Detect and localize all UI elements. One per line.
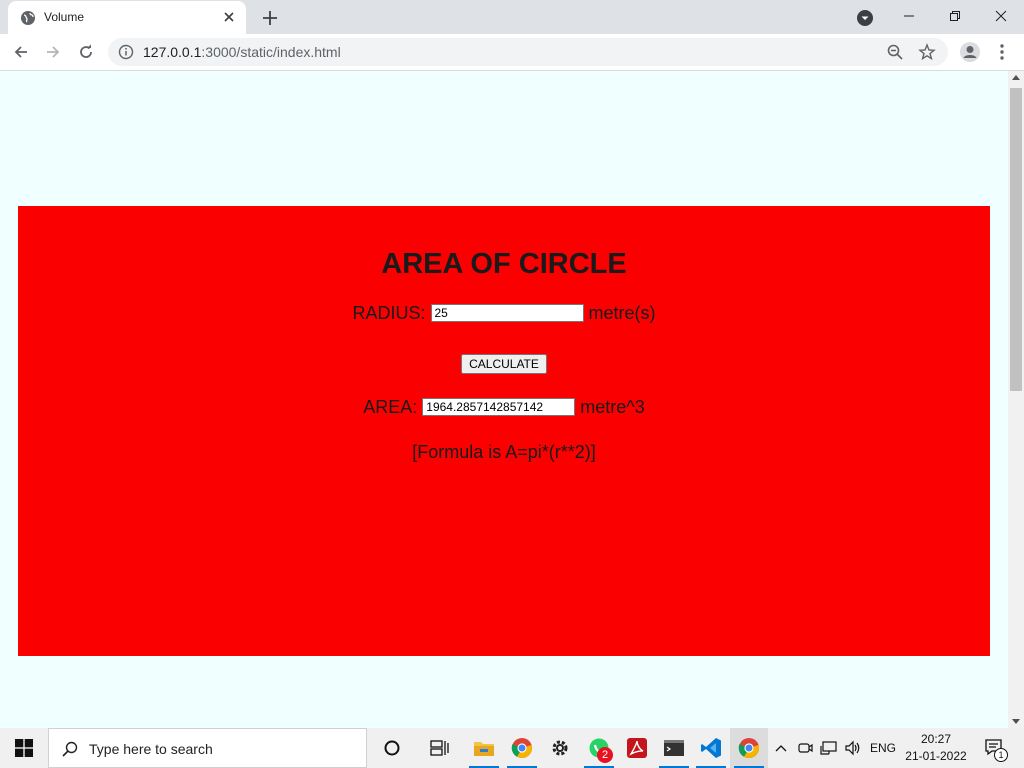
volume-button[interactable] [842, 728, 864, 768]
search-icon [62, 741, 78, 757]
radius-input[interactable] [430, 304, 584, 323]
info-icon[interactable] [118, 44, 134, 60]
avatar-icon [960, 42, 980, 62]
menu-button[interactable] [988, 38, 1016, 66]
taskbar-search[interactable]: Type here to search [48, 728, 367, 768]
vscode-button[interactable] [692, 728, 730, 768]
globe-icon [21, 11, 35, 25]
gear-icon [552, 740, 568, 756]
arrow-left-icon [14, 46, 27, 58]
restore-button[interactable] [932, 0, 978, 32]
chrome-icon [738, 738, 759, 759]
language-indicator[interactable]: ENG [870, 741, 896, 755]
file-explorer-button[interactable] [465, 728, 503, 768]
radius-row: RADIUS: metre(s) [18, 302, 990, 324]
arrow-right-icon [47, 46, 60, 58]
pdf-icon [627, 738, 647, 758]
page-title: AREA OF CIRCLE [381, 248, 627, 280]
close-tab-icon[interactable] [220, 8, 238, 26]
radius-unit: metre(s) [588, 302, 656, 323]
clock-time: 20:27 [920, 732, 952, 746]
profile-button[interactable] [956, 38, 984, 66]
star-icon[interactable] [918, 43, 936, 61]
vertical-scrollbar[interactable] [1008, 71, 1024, 728]
notifications-button[interactable]: 1 [980, 728, 1008, 768]
tab-strip: Volume [0, 0, 1024, 34]
start-button[interactable] [0, 728, 48, 768]
close-icon [995, 10, 1007, 22]
clock[interactable]: 20:27 21-01-2022 [900, 731, 972, 765]
show-hidden-icons-button[interactable] [770, 728, 792, 768]
chrome-app-button[interactable] [503, 728, 541, 768]
network-icon [820, 741, 837, 755]
minimize-button[interactable] [886, 0, 932, 32]
terminal-button[interactable] [655, 728, 693, 768]
close-window-button[interactable] [978, 0, 1024, 32]
zoom-out-icon[interactable] [886, 43, 904, 61]
browser-toolbar: 127.0.0.1:3000/static/index.html [0, 34, 1024, 71]
calculate-row: CALCULATE [18, 352, 990, 374]
calculator-panel: AREA OF CIRCLE RADIUS: metre(s) CALCULAT… [18, 206, 990, 656]
notification-count: 1 [994, 748, 1008, 762]
page-viewport: AREA OF CIRCLE RADIUS: metre(s) CALCULAT… [0, 71, 1008, 728]
folder-icon [474, 742, 494, 756]
address-bar[interactable]: 127.0.0.1:3000/static/index.html [108, 38, 948, 66]
reload-icon [80, 44, 92, 58]
restore-icon [950, 11, 960, 21]
more-vertical-icon [1000, 44, 1004, 60]
task-view-icon [430, 740, 449, 756]
whatsapp-badge: 2 [597, 747, 613, 763]
scrollbar-thumb[interactable] [1010, 88, 1022, 391]
area-output[interactable] [422, 398, 576, 417]
vscode-icon [701, 738, 721, 758]
taskbar: Type here to search 2 ENG 20:27 21-01-20… [0, 728, 1024, 768]
scroll-down-icon[interactable] [1012, 719, 1020, 724]
forward-button[interactable] [39, 38, 67, 66]
chevron-down-icon[interactable] [855, 8, 875, 28]
reload-button[interactable] [72, 38, 100, 66]
cortana-button[interactable] [373, 728, 411, 768]
area-unit: metre^3 [580, 396, 645, 417]
acrobat-button[interactable] [618, 728, 656, 768]
meet-now-button[interactable] [795, 728, 815, 768]
area-label: AREA: [363, 396, 418, 417]
search-placeholder: Type here to search [89, 741, 213, 757]
camera-icon [798, 743, 813, 753]
tab-title: Volume [44, 10, 85, 24]
radius-label: RADIUS: [352, 302, 426, 323]
settings-button[interactable] [541, 728, 579, 768]
area-row: AREA: metre^3 [18, 396, 990, 418]
terminal-icon [664, 740, 684, 756]
clock-date: 21-01-2022 [905, 749, 967, 763]
minimize-icon [904, 15, 914, 17]
network-button[interactable] [818, 728, 840, 768]
cortana-icon [384, 740, 400, 756]
calculate-button[interactable]: CALCULATE [461, 354, 547, 374]
browser-tab[interactable]: Volume [8, 1, 246, 34]
scroll-up-icon[interactable] [1012, 75, 1020, 80]
windows-icon [15, 739, 33, 757]
chrome-window-button[interactable] [730, 728, 768, 768]
back-button[interactable] [7, 38, 35, 66]
chrome-icon [511, 738, 532, 759]
chevron-up-icon [775, 745, 787, 752]
url-text: 127.0.0.1:3000/static/index.html [143, 44, 341, 60]
new-tab-icon[interactable] [258, 6, 282, 30]
task-view-button[interactable] [421, 728, 459, 768]
speaker-icon [845, 740, 860, 756]
formula-text: [Formula is A=pi*(r**2)] [412, 442, 596, 462]
